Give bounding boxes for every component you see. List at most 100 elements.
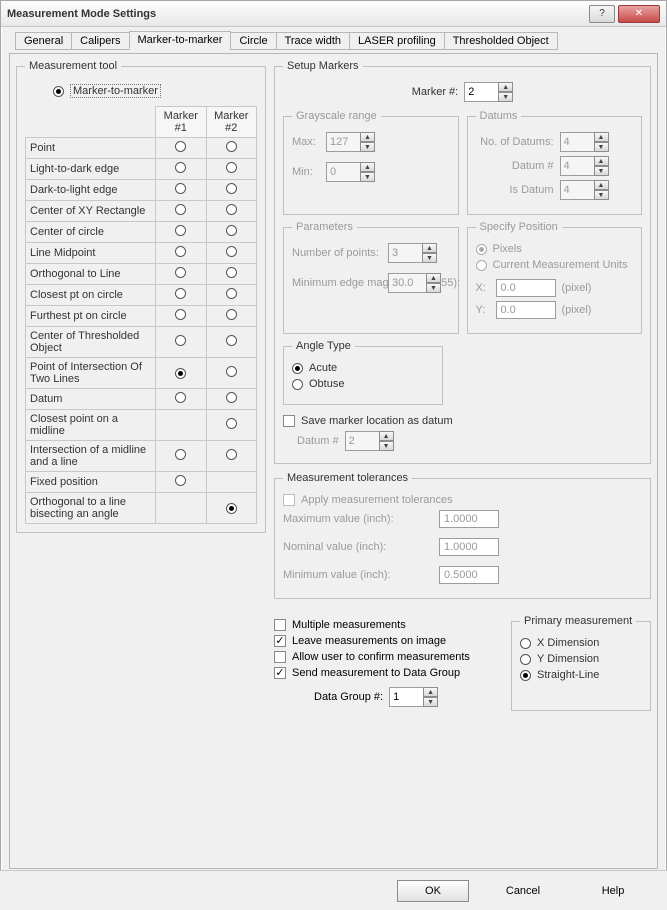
datums-no-input[interactable]: ▲▼	[560, 132, 609, 152]
radio-icon[interactable]	[175, 225, 186, 236]
radio-cell[interactable]	[156, 138, 206, 159]
radio-icon[interactable]	[175, 449, 186, 460]
ok-button[interactable]: OK	[397, 880, 469, 902]
up-icon[interactable]: ▲	[360, 132, 375, 142]
radio-cell[interactable]	[206, 441, 256, 472]
radio-icon[interactable]	[175, 267, 186, 278]
send-check-row[interactable]: Send measurement to Data Group	[274, 667, 499, 679]
radio-cell[interactable]	[206, 201, 256, 222]
radio-cell[interactable]	[206, 493, 256, 524]
down-icon[interactable]: ▼	[360, 172, 375, 182]
dg-input[interactable]: ▲▼	[389, 687, 438, 707]
down-icon[interactable]: ▼	[379, 441, 394, 451]
tol-min-field[interactable]	[439, 566, 499, 584]
radio-icon[interactable]	[175, 309, 186, 320]
down-icon[interactable]: ▼	[498, 92, 513, 102]
radio-icon[interactable]	[175, 141, 186, 152]
checkbox-icon[interactable]	[274, 667, 286, 679]
multi-check-row[interactable]: Multiple measurements	[274, 619, 499, 631]
gray-min-input[interactable]: ▲▼	[326, 162, 375, 182]
down-icon[interactable]: ▼	[360, 142, 375, 152]
up-icon[interactable]: ▲	[423, 687, 438, 697]
radio-icon[interactable]	[226, 183, 237, 194]
down-icon[interactable]: ▼	[594, 190, 609, 200]
radio-cell[interactable]	[156, 358, 206, 389]
radio-icon[interactable]	[226, 162, 237, 173]
radio-icon[interactable]	[175, 204, 186, 215]
close-icon[interactable]: ✕	[618, 5, 660, 23]
checkbox-icon[interactable]	[274, 651, 286, 663]
primary-y-radio[interactable]: Y Dimension	[520, 653, 642, 665]
radio-cell[interactable]	[206, 306, 256, 327]
save-dnum-field[interactable]	[345, 431, 379, 451]
radio-icon[interactable]	[226, 418, 237, 429]
radio-icon[interactable]	[226, 246, 237, 257]
confirm-check-row[interactable]: Allow user to confirm measurements	[274, 651, 499, 663]
radio-icon[interactable]	[175, 183, 186, 194]
radio-cell[interactable]	[206, 180, 256, 201]
up-icon[interactable]: ▲	[360, 162, 375, 172]
down-icon[interactable]: ▼	[422, 253, 437, 263]
radio-cell[interactable]	[156, 441, 206, 472]
radio-icon[interactable]	[175, 392, 186, 403]
obtuse-radio[interactable]: Obtuse	[292, 378, 434, 390]
up-icon[interactable]: ▲	[422, 243, 437, 253]
tab-calipers[interactable]: Calipers	[71, 32, 129, 50]
checkbox-icon[interactable]	[274, 619, 286, 631]
radio-icon[interactable]	[175, 475, 186, 486]
radio-icon[interactable]	[226, 288, 237, 299]
radio-icon[interactable]	[175, 246, 186, 257]
radio-cell[interactable]	[156, 472, 206, 493]
up-icon[interactable]: ▲	[594, 132, 609, 142]
marker-num-input[interactable]: ▲▼	[464, 82, 513, 102]
radio-cell[interactable]	[206, 138, 256, 159]
radio-cell[interactable]	[156, 285, 206, 306]
datums-isd-input[interactable]: ▲▼	[560, 180, 609, 200]
radio-icon[interactable]	[476, 244, 487, 255]
tab-general[interactable]: General	[15, 32, 72, 50]
y-field[interactable]	[496, 301, 556, 319]
up-icon[interactable]: ▲	[594, 156, 609, 166]
up-icon[interactable]: ▲	[594, 180, 609, 190]
radio-icon[interactable]	[292, 379, 303, 390]
mode-radio-row[interactable]: Marker-to-marker	[53, 84, 257, 98]
radio-icon[interactable]	[226, 141, 237, 152]
units-radio[interactable]: Current Measurement Units	[476, 259, 634, 271]
datums-dnum-field[interactable]	[560, 156, 594, 176]
save-datum-check-row[interactable]: Save marker location as datum	[283, 415, 642, 427]
gray-max-field[interactable]	[326, 132, 360, 152]
down-icon[interactable]: ▼	[594, 166, 609, 176]
datums-dnum-input[interactable]: ▲▼	[560, 156, 609, 176]
edge-field[interactable]	[388, 273, 426, 293]
up-icon[interactable]: ▲	[379, 431, 394, 441]
radio-cell[interactable]	[156, 159, 206, 180]
radio-cell[interactable]	[206, 358, 256, 389]
radio-cell[interactable]	[206, 410, 256, 441]
tol-max-field[interactable]	[439, 510, 499, 528]
radio-icon[interactable]	[226, 335, 237, 346]
radio-icon[interactable]	[520, 670, 531, 681]
down-icon[interactable]: ▼	[423, 697, 438, 707]
radio-cell[interactable]	[206, 222, 256, 243]
edge-input[interactable]: ▲▼	[388, 273, 441, 293]
radio-icon[interactable]	[175, 288, 186, 299]
gray-max-input[interactable]: ▲▼	[326, 132, 375, 152]
radio-icon[interactable]	[226, 449, 237, 460]
radio-cell[interactable]	[156, 180, 206, 201]
radio-icon[interactable]	[226, 225, 237, 236]
radio-cell[interactable]	[156, 201, 206, 222]
acute-radio[interactable]: Acute	[292, 362, 434, 374]
cancel-button[interactable]: Cancel	[487, 880, 559, 902]
radio-icon[interactable]	[53, 86, 64, 97]
radio-icon[interactable]	[226, 392, 237, 403]
down-icon[interactable]: ▼	[426, 283, 441, 293]
radio-cell[interactable]	[206, 243, 256, 264]
radio-cell[interactable]	[206, 285, 256, 306]
radio-icon[interactable]	[226, 366, 237, 377]
primary-sl-radio[interactable]: Straight-Line	[520, 669, 642, 681]
radio-icon[interactable]	[175, 335, 186, 346]
up-icon[interactable]: ▲	[498, 82, 513, 92]
radio-cell[interactable]	[206, 389, 256, 410]
help-button[interactable]: Help	[577, 880, 649, 902]
tab-marker-to-marker[interactable]: Marker-to-marker	[129, 31, 232, 49]
